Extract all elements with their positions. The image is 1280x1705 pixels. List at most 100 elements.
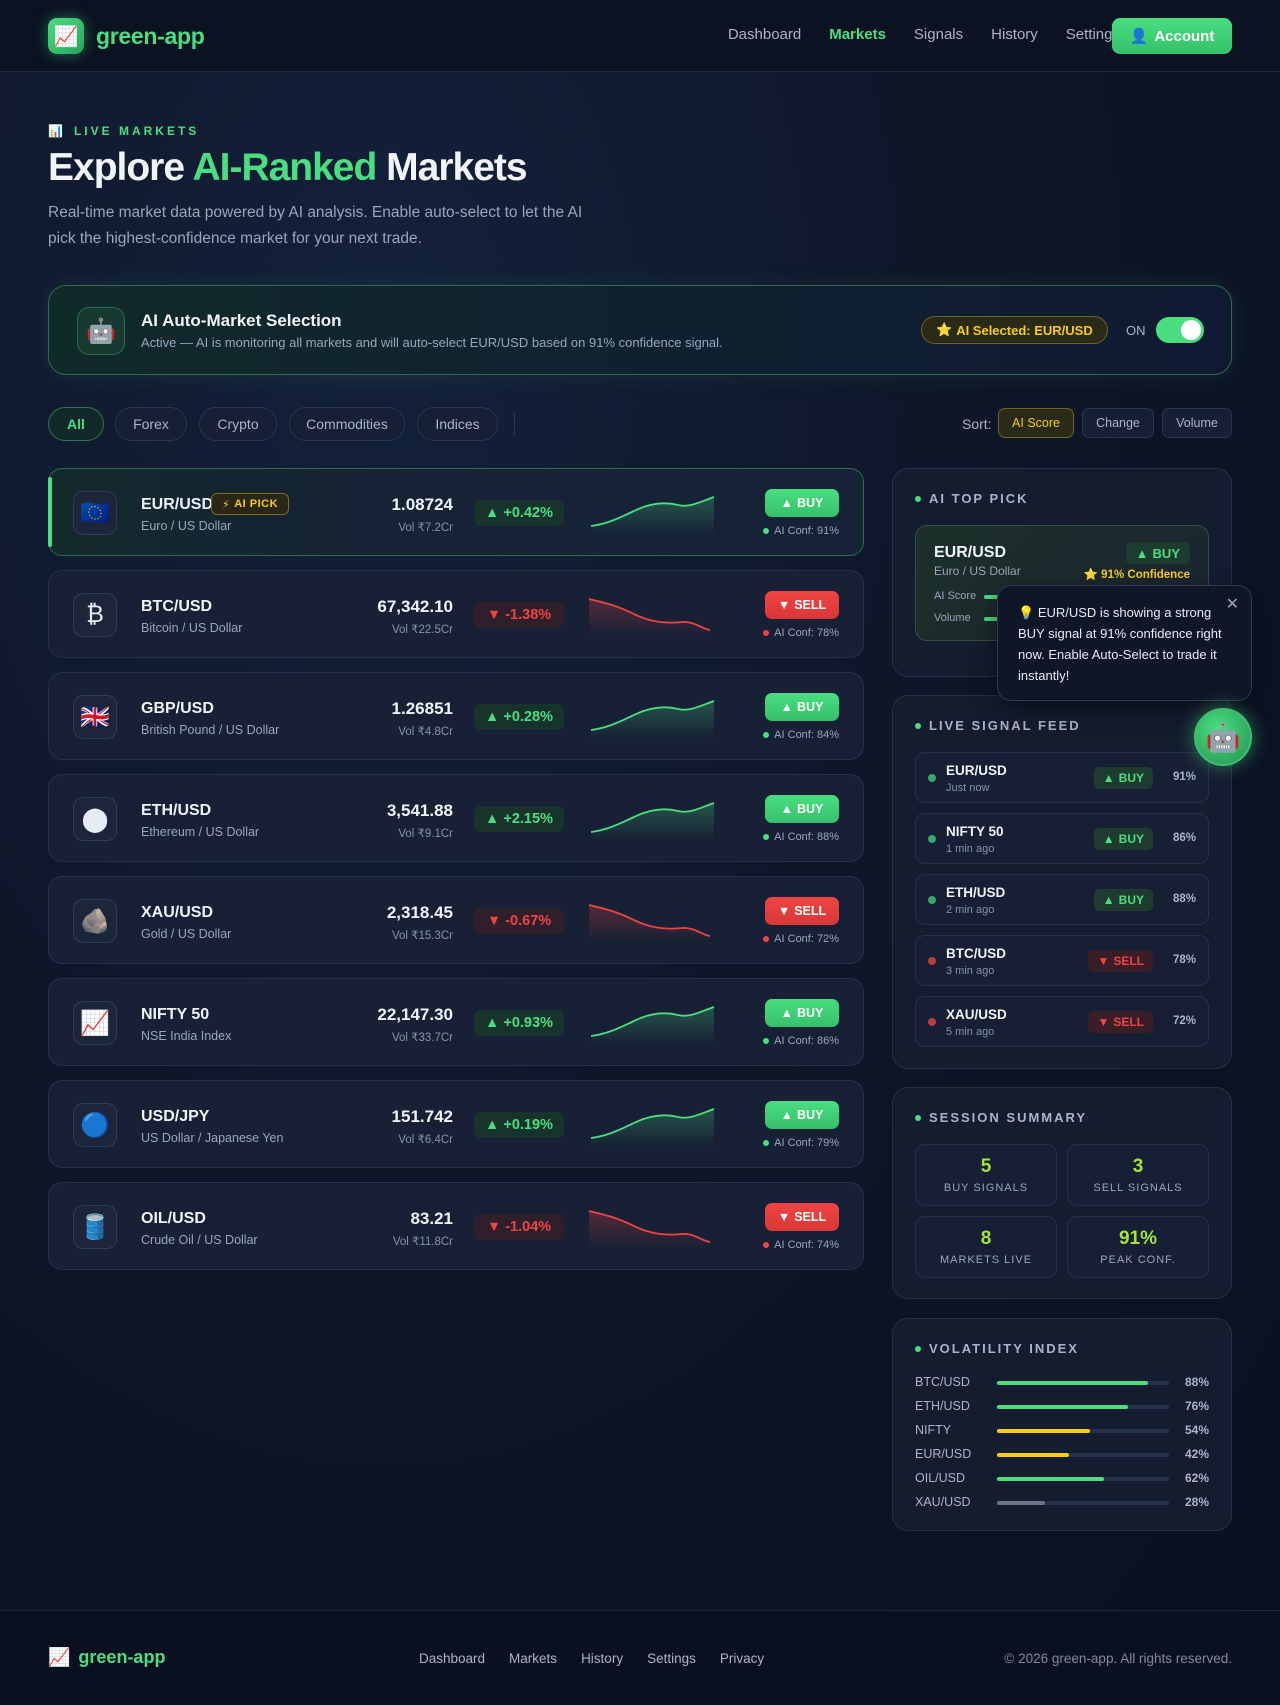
market-card[interactable]: ⬤ ETH/USD Ethereum / US Dollar 3,541.88 Vol … — [48, 774, 864, 862]
sparkline-area — [589, 905, 710, 943]
signal-feed-item[interactable]: NIFTY 50 1 min ago ▲ BUY 86% — [915, 813, 1209, 864]
feed-signal-text: BUY — [1118, 893, 1144, 907]
status-dot — [928, 957, 936, 965]
market-card[interactable]: ₿ BTC/USD Bitcoin / US Dollar 67,342.10 Vol … — [48, 570, 864, 658]
stat-box: 5 BUY SIGNALS — [915, 1144, 1057, 1206]
session-summary-panel: SESSION SUMMARY 5 BUY SIGNALS 3 SELL SIG… — [892, 1087, 1232, 1299]
panel-title: LIVE SIGNAL FEED — [915, 718, 1081, 733]
change-badge: ▼ -1.04% — [474, 1214, 564, 1240]
sort-volume-button[interactable]: Volume — [1162, 408, 1232, 438]
feed-signal-badge: ▼ SELL — [1088, 1011, 1153, 1033]
volatility-bar-fill — [997, 1501, 1046, 1505]
feed-signal-badge: ▲ BUY — [1093, 889, 1153, 911]
status-dot — [928, 835, 936, 843]
market-symbol: GBP/USD — [141, 700, 214, 717]
status-dot — [915, 495, 921, 502]
market-card[interactable]: 🇪🇺 EUR/USD Euro / US Dollar ⚡ AI PICK 1.08724… — [48, 468, 864, 556]
filter-chip-crypto[interactable]: Crypto — [199, 407, 277, 441]
ai-confidence-text: AI Conf: 91% — [774, 525, 839, 537]
footer-logo[interactable]: 📈 green-app — [48, 1647, 165, 1668]
nav-link-markets[interactable]: Markets — [829, 26, 886, 43]
market-card[interactable]: 🇬🇧 GBP/USD British Pound / US Dollar 1.2685… — [48, 672, 864, 760]
footer-link-privacy[interactable]: Privacy — [720, 1651, 764, 1666]
ai-assistant-button[interactable]: 🤖 — [1194, 708, 1252, 766]
signal-button-label: SELL — [794, 1210, 827, 1224]
lightning-icon: ⚡ — [222, 498, 231, 511]
filter-chip-all[interactable]: All — [48, 407, 104, 441]
change-badge: ▼ -0.67% — [474, 908, 564, 934]
status-dot — [928, 896, 936, 904]
signal-feed-item[interactable]: BTC/USD 3 min ago ▼ SELL 78% — [915, 935, 1209, 986]
auto-select-banner: 🤖 AI Auto-Market Selection Active — AI i… — [48, 285, 1232, 375]
toggle-knob — [1181, 320, 1201, 340]
nav-link-history[interactable]: History — [991, 26, 1038, 43]
brand-logo[interactable]: 📈 green-app — [48, 18, 205, 54]
volatility-bar-fill — [997, 1381, 1149, 1385]
arrow-up-icon: ▲ — [485, 1117, 500, 1133]
arrow-up-icon: ▲ — [1102, 771, 1115, 785]
market-card[interactable]: 🔵 USD/JPY US Dollar / Japanese Yen 151.742 V… — [48, 1080, 864, 1168]
change-value: -1.04% — [505, 1219, 552, 1235]
volatility-percent: 76% — [1184, 1399, 1209, 1413]
sell-button[interactable]: ▼ SELL — [765, 1203, 839, 1231]
close-icon[interactable]: ✕ — [1226, 594, 1239, 615]
gold-rock-icon: 🪨 — [73, 899, 117, 943]
buy-button[interactable]: ▲ BUY — [765, 693, 839, 721]
arrow-down-icon: ▼ — [777, 598, 791, 612]
footer-link-dashboard[interactable]: Dashboard — [419, 1651, 485, 1666]
change-value: +0.42% — [503, 505, 553, 521]
buy-button[interactable]: ▲ BUY — [765, 1101, 839, 1129]
nav-link-dashboard[interactable]: Dashboard — [728, 26, 801, 43]
arrow-up-icon: ▲ — [1135, 545, 1149, 561]
filter-chip-forex[interactable]: Forex — [115, 407, 187, 441]
feed-signal-text: BUY — [1118, 771, 1144, 785]
signal-feed-item[interactable]: EUR/USD Just now ▲ BUY 91% — [915, 752, 1209, 803]
filter-chip-indices[interactable]: Indices — [417, 407, 498, 441]
lightbulb-icon: 💡 — [1018, 605, 1038, 620]
sell-button[interactable]: ▼ SELL — [765, 591, 839, 619]
market-card[interactable]: 🛢️ OIL/USD Crude Oil / US Dollar 83.21 Vol ₹… — [48, 1182, 864, 1270]
footer-link-markets[interactable]: Markets — [509, 1651, 557, 1666]
buy-button[interactable]: ▲ BUY — [765, 999, 839, 1027]
buy-button[interactable]: ▲ BUY — [765, 795, 839, 823]
nav-link-signals[interactable]: Signals — [914, 26, 963, 43]
signal-feed-item[interactable]: XAU/USD 5 min ago ▼ SELL 72% — [915, 996, 1209, 1047]
buy-button[interactable]: ▲ BUY — [765, 489, 839, 517]
signal-feed-item[interactable]: ETH/USD 2 min ago ▲ BUY 88% — [915, 874, 1209, 925]
eu-flag-icon: 🇪🇺 — [73, 491, 117, 535]
market-name: Crude Oil / US Dollar — [141, 1233, 258, 1247]
footer-brand-name: green-app — [78, 1647, 166, 1667]
status-dot — [928, 774, 936, 782]
ai-confidence: AI Conf: 91% — [763, 525, 839, 537]
account-button-label: Account — [1154, 27, 1215, 45]
panel-title: SESSION SUMMARY — [915, 1110, 1087, 1125]
market-card[interactable]: 🪨 XAU/USD Gold / US Dollar 2,318.45 Vol ₹15.… — [48, 876, 864, 964]
ai-confidence: AI Conf: 86% — [763, 1035, 839, 1047]
filter-chip-commodities[interactable]: Commodities — [289, 407, 405, 441]
volatility-index-panel: VOLATILITY INDEX BTC/USD 88% ETH/USD 76% NIF… — [892, 1318, 1232, 1531]
signal-button-label: BUY — [796, 496, 824, 510]
feed-signal-badge: ▼ SELL — [1088, 950, 1153, 972]
sort-ai-score-button[interactable]: AI Score — [998, 408, 1074, 438]
sort-change-button[interactable]: Change — [1082, 408, 1154, 438]
panel-title: AI TOP PICK — [915, 491, 1029, 506]
brand-name: green-app — [96, 22, 205, 49]
footer-link-history[interactable]: History — [581, 1651, 623, 1666]
sell-button[interactable]: ▼ SELL — [765, 897, 839, 925]
footer: 📈 green-app Dashboard Markets History Se… — [0, 1610, 1280, 1705]
auto-select-toggle[interactable] — [1156, 317, 1204, 343]
top-pick-symbol: EUR/USD — [934, 544, 1007, 561]
live-signal-feed-panel: LIVE SIGNAL FEED EUR/USD Just now ▲ BUY 91% N… — [892, 695, 1232, 1069]
nav-links: Dashboard Markets Signals History Settin… — [728, 26, 1120, 43]
market-symbol: ETH/USD — [141, 802, 212, 819]
status-dot — [915, 722, 921, 729]
feed-signal-badge: ▲ BUY — [1093, 767, 1153, 789]
sparkline-chart — [590, 1006, 715, 1045]
volatility-label: EUR/USD — [915, 1447, 972, 1461]
ai-confidence-text: AI Conf: 74% — [774, 1239, 839, 1251]
volatility-percent: 88% — [1184, 1375, 1209, 1389]
account-button[interactable]: 👤 Account — [1112, 18, 1232, 54]
footer-link-settings[interactable]: Settings — [647, 1651, 696, 1666]
market-card[interactable]: 📈 NIFTY 50 NSE India Index 22,147.30 Vol ₹33… — [48, 978, 864, 1066]
ai-confidence: AI Conf: 79% — [763, 1137, 839, 1149]
